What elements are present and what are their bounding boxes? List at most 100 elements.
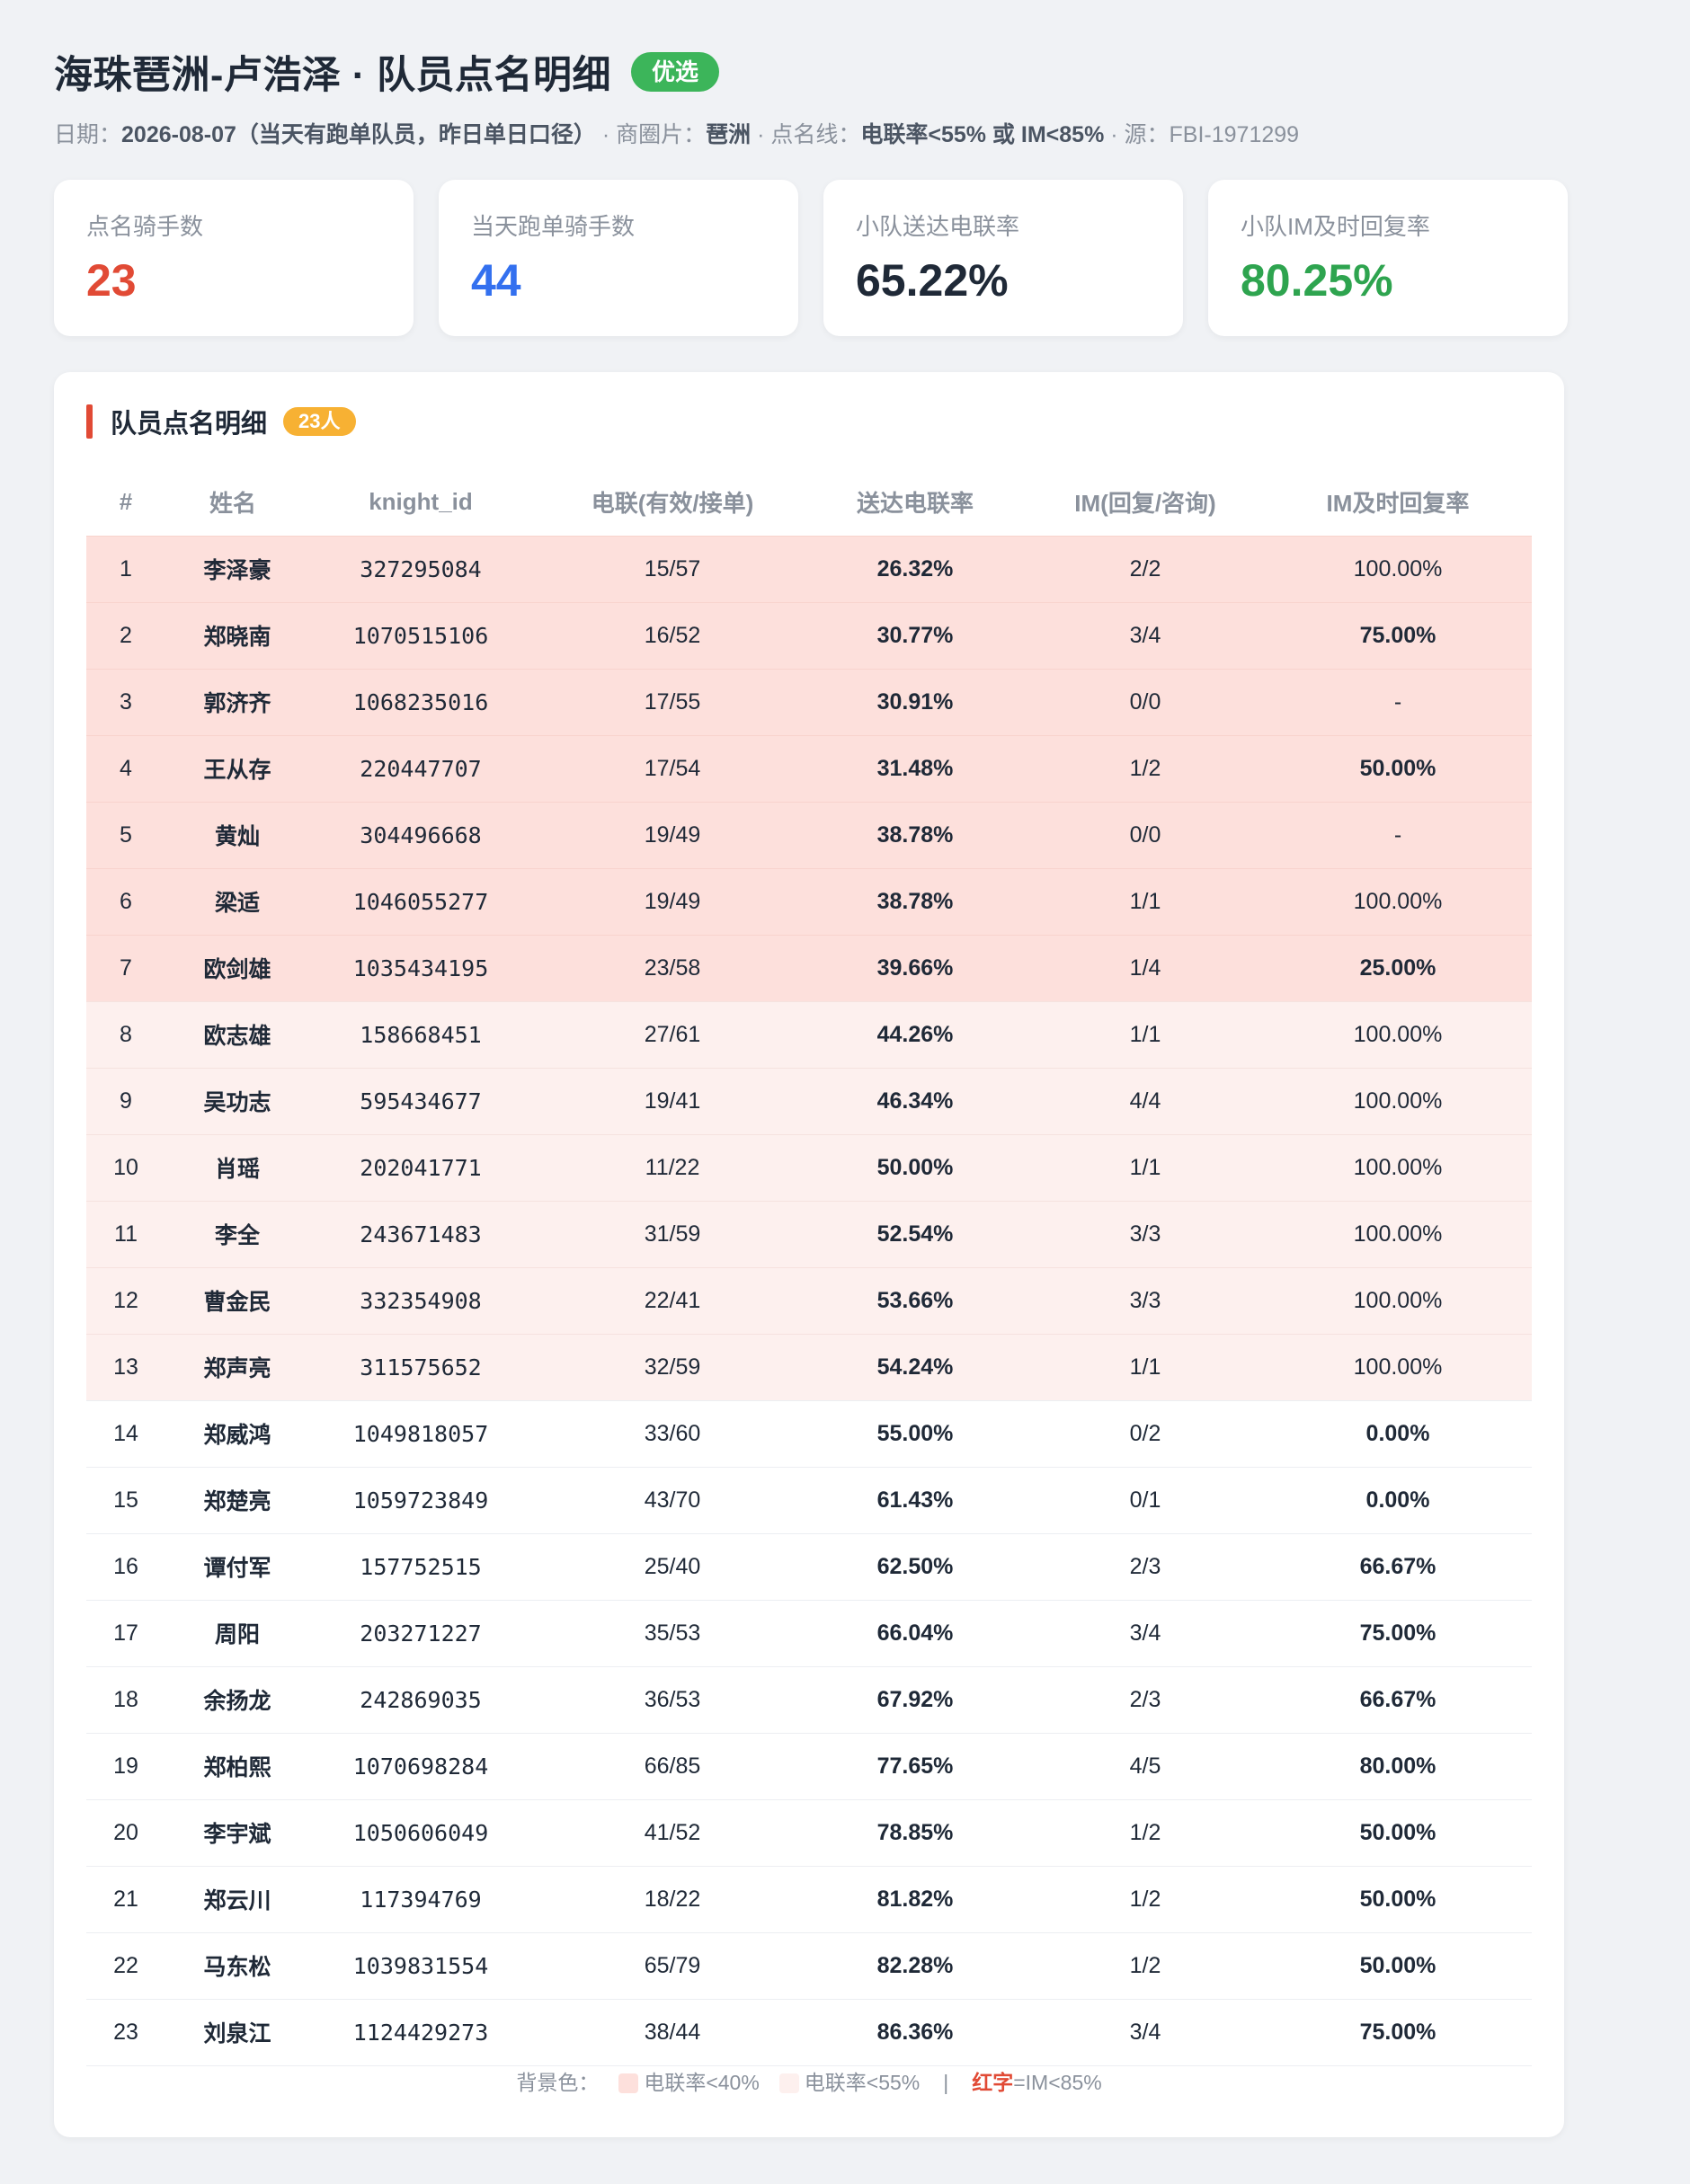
cell-call-rate: 46.34% xyxy=(804,1067,1027,1134)
table-row: 3 郭济齐 1068235016 17/55 30.91% 0/0- xyxy=(86,668,1532,735)
cell-im: 1/1 xyxy=(1027,1133,1264,1201)
cell-im-rate: 80.00% xyxy=(1264,1732,1532,1799)
cell-call-rate: 53.66% xyxy=(804,1266,1027,1334)
date-label: 日期： xyxy=(54,122,122,147)
cell-call-rate: 77.65% xyxy=(804,1732,1027,1799)
cell-call-rate: 26.32% xyxy=(804,535,1027,602)
page-title: 海珠琶洲-卢浩泽 · 队员点名明细 xyxy=(54,54,612,97)
legend-separator: | xyxy=(943,2071,949,2094)
cell-calls: 66/85 xyxy=(541,1732,804,1799)
title-row: 海珠琶洲-卢浩泽 · 队员点名明细 优选 xyxy=(54,45,1564,99)
cell-index: 3 xyxy=(86,668,165,735)
table-row: 5 黄灿 304496668 19/49 38.78% 0/0- xyxy=(86,801,1532,868)
cell-index: 11 xyxy=(86,1200,165,1267)
cell-index: 15 xyxy=(86,1466,165,1533)
cell-im-rate: 100.00% xyxy=(1264,1266,1532,1334)
cell-name: 曹金民 xyxy=(165,1266,300,1334)
cell-call-rate: 55.00% xyxy=(804,1399,1027,1467)
cell-name: 梁适 xyxy=(165,867,300,935)
cell-calls: 11/22 xyxy=(541,1133,804,1201)
cell-knight-id: 332354908 xyxy=(300,1266,541,1334)
count-badge: 23人 xyxy=(283,407,356,436)
cell-calls: 23/58 xyxy=(541,934,804,1001)
kpi-row: 点名骑手数 23 当天跑单骑手数 44 小队送达电联率 65.22% 小队IM及… xyxy=(54,180,1568,336)
legend: 背景色： 电联率<40% 电联率<55% | 红字=IM<85% xyxy=(54,2065,1564,2096)
cell-knight-id: 311575652 xyxy=(300,1333,541,1400)
cell-name: 李宇斌 xyxy=(165,1798,300,1866)
col-header-name: 姓名 xyxy=(209,490,256,518)
cell-calls: 27/61 xyxy=(541,1000,804,1068)
cell-calls: 65/79 xyxy=(541,1931,804,1999)
cell-im: 3/3 xyxy=(1027,1200,1264,1267)
source-text: · 源：FBI-1971299 xyxy=(1104,122,1300,147)
table-row: 2 郑晓南 1070515106 16/52 30.77% 3/4 75.00% xyxy=(86,601,1532,669)
cell-im: 0/0 xyxy=(1027,801,1264,868)
kpi-card-called: 点名骑手数 23 xyxy=(54,180,414,336)
table-row: 11 李全 243671483 31/59 52.54% 3/3 100.00% xyxy=(86,1200,1532,1267)
page-meta: 日期：2026-08-07（当天有跑单队员，昨日单日口径） · 商圈片：琶洲 ·… xyxy=(54,117,1564,149)
cell-knight-id: 158668451 xyxy=(300,1000,541,1068)
table-row: 12 曹金民 332354908 22/41 53.66% 3/3 100.00% xyxy=(86,1266,1532,1334)
cell-name: 郭济齐 xyxy=(165,668,300,735)
cell-calls: 31/59 xyxy=(541,1200,804,1267)
cell-im: 1/4 xyxy=(1027,934,1264,1001)
cell-knight-id: 1046055277 xyxy=(300,867,541,935)
cell-call-rate: 31.48% xyxy=(804,734,1027,802)
cell-im-rate: 0.00% xyxy=(1264,1466,1532,1533)
table-row: 17 周阳 203271227 35/53 66.04% 3/4 75.00% xyxy=(86,1599,1532,1666)
table-row: 6 梁适 1046055277 19/49 38.78% 1/1 100.00% xyxy=(86,867,1532,935)
cell-index: 1 xyxy=(86,535,165,602)
cell-knight-id: 202041771 xyxy=(300,1133,541,1201)
cell-index: 7 xyxy=(86,934,165,1001)
cell-call-rate: 66.04% xyxy=(804,1599,1027,1666)
cell-name: 郑声亮 xyxy=(165,1333,300,1400)
kpi-value: 23 xyxy=(86,255,137,306)
cell-index: 4 xyxy=(86,734,165,802)
cell-call-rate: 82.28% xyxy=(804,1931,1027,1999)
table-row: 9 吴功志 595434677 19/41 46.34% 4/4 100.00% xyxy=(86,1067,1532,1134)
table-row: 18 余扬龙 242869035 36/53 67.92% 2/3 66.67% xyxy=(86,1665,1532,1733)
cell-calls: 36/53 xyxy=(541,1665,804,1733)
cell-im: 0/1 xyxy=(1027,1466,1264,1533)
cell-calls: 33/60 xyxy=(541,1399,804,1467)
cell-index: 8 xyxy=(86,1000,165,1068)
roster-table: # 姓名 knight_id 电联(有效/接单) 送达电联率 IM(回复/咨询)… xyxy=(86,469,1532,2066)
cell-calls: 15/57 xyxy=(541,535,804,602)
cell-call-rate: 38.78% xyxy=(804,801,1027,868)
table-row: 22 马东松 1039831554 65/79 82.28% 1/2 50.00% xyxy=(86,1931,1532,1999)
kpi-label: 点名骑手数 xyxy=(86,213,204,240)
cell-calls: 32/59 xyxy=(541,1333,804,1400)
cell-im: 1/1 xyxy=(1027,867,1264,935)
table-row: 7 欧剑雄 1035434195 23/58 39.66% 1/4 25.00% xyxy=(86,934,1532,1001)
cell-name: 欧剑雄 xyxy=(165,934,300,1001)
cell-index: 9 xyxy=(86,1067,165,1134)
cell-call-rate: 67.92% xyxy=(804,1665,1027,1733)
table-row: 19 郑柏熙 1070698284 66/85 77.65% 4/5 80.00% xyxy=(86,1732,1532,1799)
cell-im-rate: 50.00% xyxy=(1264,1798,1532,1866)
cell-name: 李全 xyxy=(165,1200,300,1267)
cell-im-rate: 0.00% xyxy=(1264,1399,1532,1467)
kpi-card-im-rate: 小队IM及时回复率 80.25% xyxy=(1208,180,1568,336)
date-value: 2026-08-07（当天有跑单队员，昨日单日口径） xyxy=(121,122,596,147)
cell-knight-id: 1124429273 xyxy=(300,1998,541,2066)
cell-calls: 17/55 xyxy=(541,668,804,735)
cell-im-rate: 75.00% xyxy=(1264,601,1532,669)
cell-calls: 19/49 xyxy=(541,801,804,868)
cell-knight-id: 327295084 xyxy=(300,535,541,602)
cell-call-rate: 44.26% xyxy=(804,1000,1027,1068)
cell-knight-id: 595434677 xyxy=(300,1067,541,1134)
cell-im: 3/4 xyxy=(1027,1998,1264,2066)
cell-index: 16 xyxy=(86,1532,165,1600)
cell-im-rate: 25.00% xyxy=(1264,934,1532,1001)
cell-im-rate: 100.00% xyxy=(1264,1200,1532,1267)
cell-im-rate: 100.00% xyxy=(1264,1067,1532,1134)
legend-swatch-mid xyxy=(778,2073,799,2093)
cell-im: 1/1 xyxy=(1027,1000,1264,1068)
cell-im: 1/1 xyxy=(1027,1333,1264,1400)
legend-prefix: 背景色： xyxy=(516,2071,600,2094)
roster-card: 队员点名明细 23人 # 姓名 knight_id 电联(有效/接单) 送达电联… xyxy=(54,372,1564,2137)
cell-calls: 35/53 xyxy=(541,1599,804,1666)
cell-im-rate: 100.00% xyxy=(1264,1000,1532,1068)
cell-im-rate: 66.67% xyxy=(1264,1532,1532,1600)
kpi-label: 小队送达电联率 xyxy=(856,213,1020,240)
